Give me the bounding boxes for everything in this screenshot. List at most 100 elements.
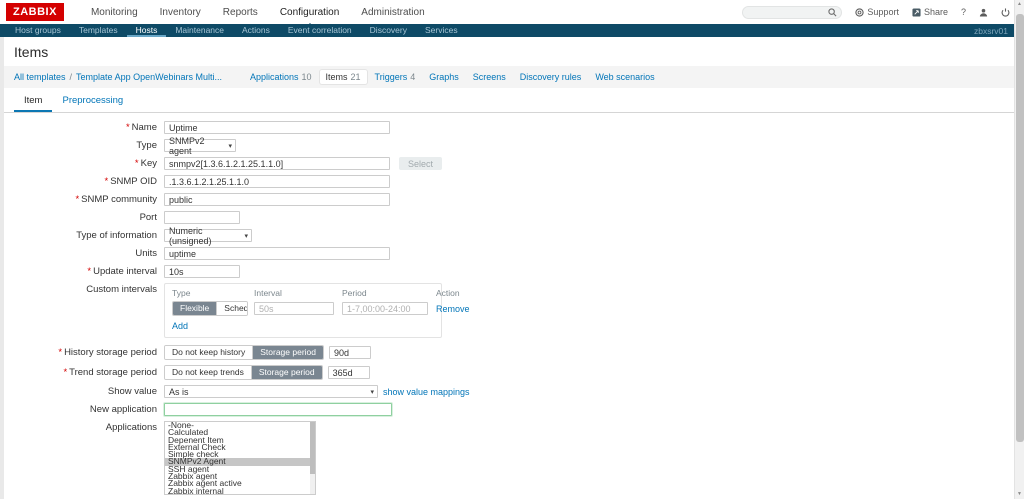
nav-maintenance[interactable]: Maintenance (166, 24, 233, 37)
port-input[interactable] (164, 211, 240, 224)
search-input[interactable] (748, 7, 829, 17)
zabbix-logo[interactable]: ZABBIX (6, 3, 64, 21)
share-link[interactable]: Share (912, 7, 948, 17)
name-label: Name (131, 122, 157, 133)
breadcrumb-template[interactable]: Template App OpenWebinars Multi... (76, 72, 222, 82)
scroll-down-arrow[interactable]: ▼ (1015, 490, 1024, 499)
update-interval-input[interactable] (164, 265, 240, 278)
content-area: Items All templates / Template App OpenW… (4, 37, 1014, 499)
scroll-up-arrow[interactable]: ▲ (1015, 0, 1024, 9)
ctx-applications[interactable]: Applications 10 (244, 70, 318, 84)
menu-reports[interactable]: Reports (212, 2, 269, 23)
nav-actions[interactable]: Actions (233, 24, 279, 37)
share-icon (912, 7, 921, 17)
page-title: Items (14, 44, 49, 60)
server-name: zbxsrv01 (973, 25, 1008, 36)
ctx-discovery-rules[interactable]: Discovery rules (514, 70, 588, 84)
menu-administration[interactable]: Administration (350, 2, 435, 23)
scrollbar-thumb[interactable] (1016, 14, 1024, 442)
search-icon[interactable] (828, 7, 837, 17)
chevron-down-icon: ▾ (228, 142, 232, 150)
snmp-community-row: * SNMP community (4, 193, 1014, 206)
listbox-scrollbar[interactable] (310, 422, 315, 494)
chevron-down-icon: ▾ (244, 232, 248, 240)
menu-inventory[interactable]: Inventory (149, 2, 212, 23)
type-select[interactable]: SNMPv2 agent ▾ (164, 136, 236, 156)
nav-services[interactable]: Services (416, 24, 467, 37)
tab-preprocessing[interactable]: Preprocessing (52, 90, 133, 112)
applications-listbox[interactable]: -None- Calculated Depenent Item External… (164, 421, 316, 495)
history-mode-toggle: Do not keep history Storage period (164, 345, 324, 360)
ci-period-input[interactable] (342, 302, 428, 315)
snmp-community-label: SNMP community (81, 194, 157, 205)
help-button[interactable]: ? (961, 7, 966, 17)
context-nav: Applications 10 Items 21 Triggers 4 Graphs … (244, 70, 661, 84)
applications-label: Applications (105, 422, 157, 433)
type-row: Type SNMPv2 agent ▾ (4, 136, 1014, 156)
show-value-row: Show value As is ▾ show value mappings (4, 385, 1014, 398)
applications-option[interactable]: Zabbix internal (165, 486, 315, 494)
chevron-down-icon: ▾ (370, 388, 374, 396)
ctx-triggers[interactable]: Triggers 4 (369, 70, 422, 84)
help-icon: ? (960, 7, 966, 17)
support-link[interactable]: Support (855, 7, 899, 17)
show-value-mappings-link[interactable]: show value mappings (383, 387, 470, 397)
global-search[interactable] (742, 5, 843, 19)
ci-flexible-button[interactable]: Flexible (173, 302, 218, 315)
units-input[interactable] (164, 247, 390, 260)
ci-remove-link[interactable]: Remove (436, 304, 476, 314)
type-of-information-select[interactable]: Numeric (unsigned) ▾ (164, 226, 252, 246)
ctx-web-scenarios[interactable]: Web scenarios (589, 70, 660, 84)
new-application-row: New application (4, 403, 1014, 416)
type-of-information-label: Type of information (76, 230, 157, 241)
page-scrollbar[interactable]: ▲ ▼ (1014, 0, 1024, 499)
trend-period-input[interactable] (327, 366, 370, 379)
ctx-screens[interactable]: Screens (467, 70, 512, 84)
item-form: *Name Type SNMPv2 agent▾ *Key Select *SN… (4, 113, 1014, 499)
profile-button[interactable] (979, 8, 988, 17)
nav-discovery[interactable]: Discovery (361, 24, 416, 37)
history-period-input[interactable] (329, 346, 371, 359)
key-label: Key (140, 158, 157, 169)
ctx-items[interactable]: Items 21 (319, 70, 367, 84)
ci-period-header: Period (342, 288, 367, 298)
ci-add-link[interactable]: Add (172, 321, 188, 331)
trend-storage-period-button[interactable]: Storage period (251, 366, 322, 379)
units-label: Units (135, 248, 157, 259)
history-do-not-keep-button[interactable]: Do not keep history (165, 346, 254, 359)
support-lifering-icon (855, 7, 865, 17)
show-value-label: Show value (107, 386, 157, 397)
snmp-oid-input[interactable] (164, 175, 390, 188)
ci-scheduling-button[interactable]: Scheduling (217, 302, 247, 315)
trend-storage-row: * Trend storage period Do not keep trends… (4, 365, 1014, 380)
custom-intervals-row: Custom intervals Type Interval Period Ac… (4, 283, 1014, 338)
menu-monitoring[interactable]: Monitoring (80, 2, 149, 23)
ci-interval-input[interactable] (254, 302, 334, 315)
trend-mode-toggle: Do not keep trends Storage period (164, 365, 323, 380)
nav-hosts[interactable]: Hosts (127, 24, 167, 37)
ci-action-header: Action (436, 288, 460, 298)
ctx-graphs[interactable]: Graphs (423, 70, 465, 84)
trend-storage-label: Trend storage period (69, 367, 157, 378)
tab-item[interactable]: Item (14, 90, 53, 112)
user-icon (979, 8, 988, 17)
new-application-input[interactable] (164, 403, 392, 416)
name-input[interactable] (164, 121, 390, 134)
signout-button[interactable] (1001, 7, 1010, 17)
breadcrumb: All templates / Template App OpenWebinar… (4, 66, 1014, 88)
breadcrumb-all-templates[interactable]: All templates (14, 72, 66, 82)
nav-templates[interactable]: Templates (70, 24, 127, 37)
key-input[interactable] (164, 157, 390, 170)
history-storage-period-button[interactable]: Storage period (253, 346, 323, 359)
trend-do-not-keep-button[interactable]: Do not keep trends (165, 366, 252, 379)
nav-event-correlation[interactable]: Event correlation (279, 24, 361, 37)
listbox-scrollbar-thumb[interactable] (310, 422, 315, 474)
key-row: *Key Select (4, 157, 1014, 170)
show-value-select[interactable]: As is ▾ (164, 385, 378, 398)
units-row: Units (4, 247, 1014, 260)
snmp-community-input[interactable] (164, 193, 390, 206)
key-select-button[interactable]: Select (399, 157, 443, 170)
nav-host-groups[interactable]: Host groups (6, 24, 70, 37)
menu-configuration[interactable]: Configuration (269, 2, 350, 27)
breadcrumb-separator: / (69, 72, 73, 82)
